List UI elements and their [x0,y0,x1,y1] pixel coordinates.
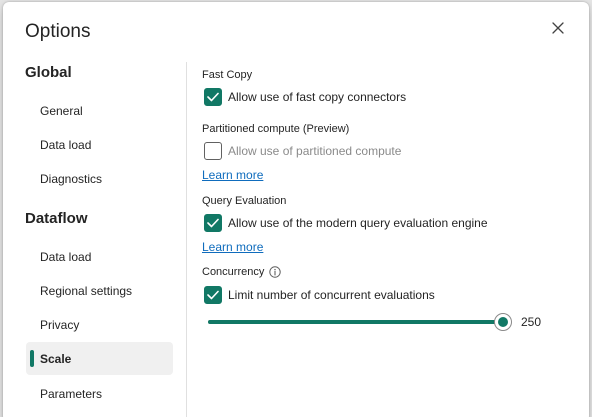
sidebar-item-scale[interactable]: Scale [26,342,173,375]
concurrency-slider[interactable] [208,313,512,331]
partitioned-compute-label: Partitioned compute (Preview) [202,123,350,135]
sidebar-item-privacy[interactable]: Privacy [26,308,173,341]
sidebar-item-label: Data load [40,137,92,152]
sidebar-item-regional-settings[interactable]: Regional settings [26,274,173,307]
sidebar-item-label: Data load [40,249,92,264]
sidebar-item-label: Scale [40,351,72,366]
slider-thumb-dot [498,317,508,327]
sidebar-item-label: Regional settings [40,283,133,298]
concurrency-label-row: Concurrency [202,266,282,278]
concurrency-label: Concurrency [202,266,265,278]
slider-thumb[interactable] [494,313,512,331]
slider-fill [208,320,503,324]
close-button[interactable] [548,18,568,38]
partitioned-compute-learn-more-link[interactable]: Learn more [202,168,263,182]
sidebar-divider [186,62,187,417]
partitioned-compute-checkbox[interactable]: Allow use of partitioned compute [204,142,401,160]
sidebar-item-label: Privacy [40,317,80,332]
sidebar-heading-global: Global [25,64,72,81]
options-dialog: Options Global General Data load Diagnos… [3,2,589,417]
concurrency-checkbox-label: Limit number of concurrent evaluations [228,288,435,302]
info-icon[interactable] [269,266,282,278]
partitioned-compute-checkbox-label: Allow use of partitioned compute [228,144,402,158]
query-evaluation-label: Query Evaluation [202,195,287,207]
sidebar-item-label: Parameters [40,386,103,401]
checkbox-checked[interactable] [204,214,222,232]
query-evaluation-checkbox[interactable]: Allow use of the modern query evaluation… [204,214,488,232]
sidebar-item-label: Diagnostics [40,171,103,186]
checkbox-checked[interactable] [204,286,222,304]
fast-copy-checkbox-label: Allow use of fast copy connectors [228,90,407,104]
concurrency-checkbox[interactable]: Limit number of concurrent evaluations [204,286,435,304]
checkbox-unchecked[interactable] [204,142,222,160]
checkmark-icon [207,218,219,228]
sidebar-heading-dataflow: Dataflow [25,210,88,227]
fast-copy-label: Fast Copy [202,69,253,81]
checkbox-checked[interactable] [204,88,222,106]
checkmark-icon [207,92,219,102]
query-evaluation-learn-more-link[interactable]: Learn more [202,240,263,254]
query-evaluation-checkbox-label: Allow use of the modern query evaluation… [228,216,488,230]
sidebar-item-global-data-load[interactable]: Data load [26,128,173,161]
sidebar-item-label: General [40,103,83,118]
sidebar-item-dataflow-data-load[interactable]: Data load [26,240,173,273]
sidebar-item-diagnostics[interactable]: Diagnostics [26,162,173,195]
concurrency-slider-value: 250 [521,315,542,329]
sidebar-item-general[interactable]: General [26,94,173,127]
checkmark-icon [207,290,219,300]
fast-copy-checkbox[interactable]: Allow use of fast copy connectors [204,88,406,106]
sidebar-item-parameters[interactable]: Parameters [26,377,173,410]
options-sidebar: Global General Data load Diagnostics Dat… [3,2,186,417]
close-icon [552,22,564,34]
